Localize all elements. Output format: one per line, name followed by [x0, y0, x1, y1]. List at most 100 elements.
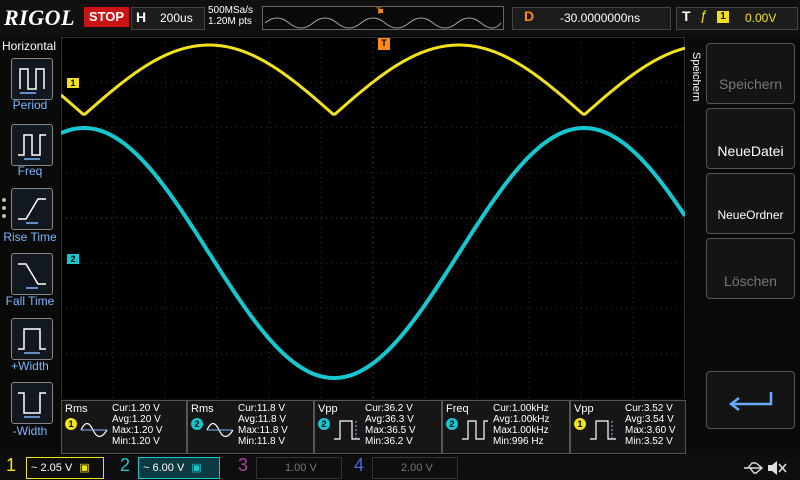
trigger-position-marker[interactable]: T — [378, 38, 390, 50]
measurement-channel-badge: 2 — [318, 418, 330, 430]
ch1-bandwidth-icon: ▣ — [79, 462, 90, 474]
stat-avg: Avg:1.20 V — [112, 414, 161, 425]
period-icon — [19, 68, 45, 94]
measure-period-button[interactable] — [11, 58, 53, 100]
loeschen-label: Löschen — [724, 273, 777, 289]
measurement-channel-badge: 1 — [574, 418, 586, 430]
neue-datei-button[interactable]: NeueDatei — [706, 108, 795, 169]
measure-freq-label: Freq — [17, 164, 43, 178]
ch1-offset-marker[interactable]: 1 — [67, 78, 79, 88]
horizontal-timebase[interactable]: H 200us — [131, 7, 205, 30]
measurement-vpp-ch1[interactable]: Vpp 1 Cur:3.52 V Avg:3.54 V Max:3.60 V M… — [570, 400, 686, 454]
measure-rise-time-label: Rise Time — [3, 230, 57, 244]
measurement-stats: Cur:1.00kHz Avg:1.00kHz Max1.00kHz Min:9… — [493, 403, 550, 447]
stat-min: Min:996 Hz — [493, 436, 544, 447]
return-button[interactable] — [706, 371, 795, 429]
measurement-vpp-ch2[interactable]: Vpp 2 Cur:36.2 V Avg:36.3 V Max:36.5 V M… — [314, 400, 442, 454]
ch4-number[interactable]: 4 — [354, 455, 364, 476]
stat-cur: Cur:1.00kHz — [493, 403, 549, 414]
speichern-button[interactable]: Speichern — [706, 43, 795, 104]
ch3-scale: 1.00 V — [285, 462, 317, 474]
measurement-channel-badge: 2 — [191, 418, 203, 430]
save-menu-title: Speichern — [690, 52, 702, 102]
trigger-level: 0.00V — [745, 11, 777, 25]
run-stop-status[interactable]: STOP — [84, 7, 129, 27]
stat-avg: Avg:11.8 V — [238, 414, 286, 425]
measurement-name: Vpp — [318, 403, 338, 415]
ch2-scale-box[interactable]: ~ 6.00 V ▣ — [138, 457, 220, 479]
menu-page-dot — [2, 206, 6, 210]
stat-avg: Avg:3.54 V — [625, 414, 674, 425]
memory-position-strip[interactable] — [262, 6, 504, 30]
ch3-number[interactable]: 3 — [238, 455, 248, 476]
stat-cur: Cur:36.2 V — [365, 403, 413, 414]
ch3-scale-box[interactable]: 1.00 V — [256, 457, 342, 479]
stat-max: Max:1.20 V — [112, 425, 163, 436]
ch4-scale: 2.00 V — [401, 462, 433, 474]
measurement-name: Rms — [65, 403, 88, 415]
stat-max: Max:36.5 V — [365, 425, 416, 436]
measure-period-label: Period — [12, 98, 48, 112]
measure-neg-width-label: -Width — [12, 424, 48, 438]
measurement-stats: Cur:3.52 V Avg:3.54 V Max:3.60 V Min:3.5… — [625, 403, 676, 447]
neue-ordner-button[interactable]: NeueOrdner — [706, 173, 795, 234]
ch2-scale: 6.00 V — [152, 462, 185, 474]
measure-pos-width-button[interactable] — [11, 318, 53, 360]
memory-trigger-marker: T — [376, 6, 382, 16]
freq-icon — [18, 134, 46, 160]
measurement-freq-ch2[interactable]: Freq 2 Cur:1.00kHz Avg:1.00kHz Max1.00kH… — [442, 400, 570, 454]
stat-max: Max1.00kHz — [493, 425, 549, 436]
stat-min: Min:1.20 V — [112, 436, 160, 447]
stat-max: Max:11.8 V — [238, 425, 288, 436]
ch1-coupling-icon: ~ — [31, 462, 38, 474]
waveform-display[interactable] — [61, 37, 685, 399]
freq-icon — [462, 420, 488, 440]
measurement-channel-badge: 1 — [65, 418, 77, 430]
measurement-stats: Cur:36.2 V Avg:36.3 V Max:36.5 V Min:36.… — [365, 403, 416, 447]
vpp-icon — [334, 420, 360, 440]
ch4-scale-box[interactable]: 2.00 V — [372, 457, 458, 479]
delay-value: -30.0000000ns — [560, 11, 641, 25]
timebase-value: 200us — [160, 11, 193, 25]
trigger-label: T — [682, 8, 691, 24]
rising-edge-icon: ƒ — [700, 7, 708, 23]
trigger-box[interactable] — [676, 7, 798, 30]
ch2-number[interactable]: 2 — [120, 455, 130, 476]
measure-fall-time-button[interactable] — [11, 253, 53, 295]
measurement-name: Vpp — [574, 403, 594, 415]
usb-icon — [744, 462, 764, 474]
rms-icon — [206, 422, 234, 438]
measurement-channel-badge: 2 — [446, 418, 458, 430]
measurement-name: Rms — [191, 403, 214, 415]
delay-label: D — [524, 8, 535, 24]
stat-cur: Cur:3.52 V — [625, 403, 673, 414]
measurement-stats: Cur:1.20 V Avg:1.20 V Max:1.20 V Min:1.2… — [112, 403, 163, 447]
stat-min: Min:36.2 V — [365, 436, 413, 447]
stat-min: Min:11.8 V — [238, 436, 286, 447]
measurement-rms-ch2[interactable]: Rms 2 Cur:11.8 V Avg:11.8 V Max:11.8 V M… — [187, 400, 314, 454]
measure-rise-time-button[interactable] — [11, 188, 53, 230]
memory-depth: 1.20M pts — [208, 16, 252, 27]
ch1-number[interactable]: 1 — [6, 455, 16, 476]
stat-cur: Cur:1.20 V — [112, 403, 160, 414]
measure-pos-width-label: +Width — [11, 359, 49, 373]
stat-avg: Avg:36.3 V — [365, 414, 414, 425]
menu-page-dot — [2, 198, 6, 202]
horizontal-label: H — [136, 9, 147, 25]
measurement-rms-ch1[interactable]: Rms 1 Cur:1.20 V Avg:1.20 V Max:1.20 V M… — [61, 400, 187, 454]
neue-datei-label: NeueDatei — [717, 143, 784, 159]
sample-rate: 500MSa/s — [208, 5, 254, 16]
ch2-coupling-icon: ~ — [143, 462, 150, 474]
fall-time-icon — [18, 263, 46, 289]
ch1-scale-box[interactable]: ~ 2.05 V ▣ — [26, 457, 104, 479]
loeschen-button[interactable]: Löschen — [706, 238, 795, 299]
measure-freq-button[interactable] — [11, 124, 53, 166]
trigger-source-badge: 1 — [717, 11, 729, 23]
return-icon — [728, 392, 772, 411]
ch2-bandwidth-icon: ▣ — [191, 462, 202, 474]
menu-page-dot — [2, 214, 6, 218]
brand-logo: RIGOL — [4, 5, 75, 30]
sound-muted-icon[interactable] — [766, 459, 788, 477]
ch2-offset-marker[interactable]: 2 — [67, 254, 79, 264]
measure-neg-width-button[interactable] — [11, 382, 53, 424]
